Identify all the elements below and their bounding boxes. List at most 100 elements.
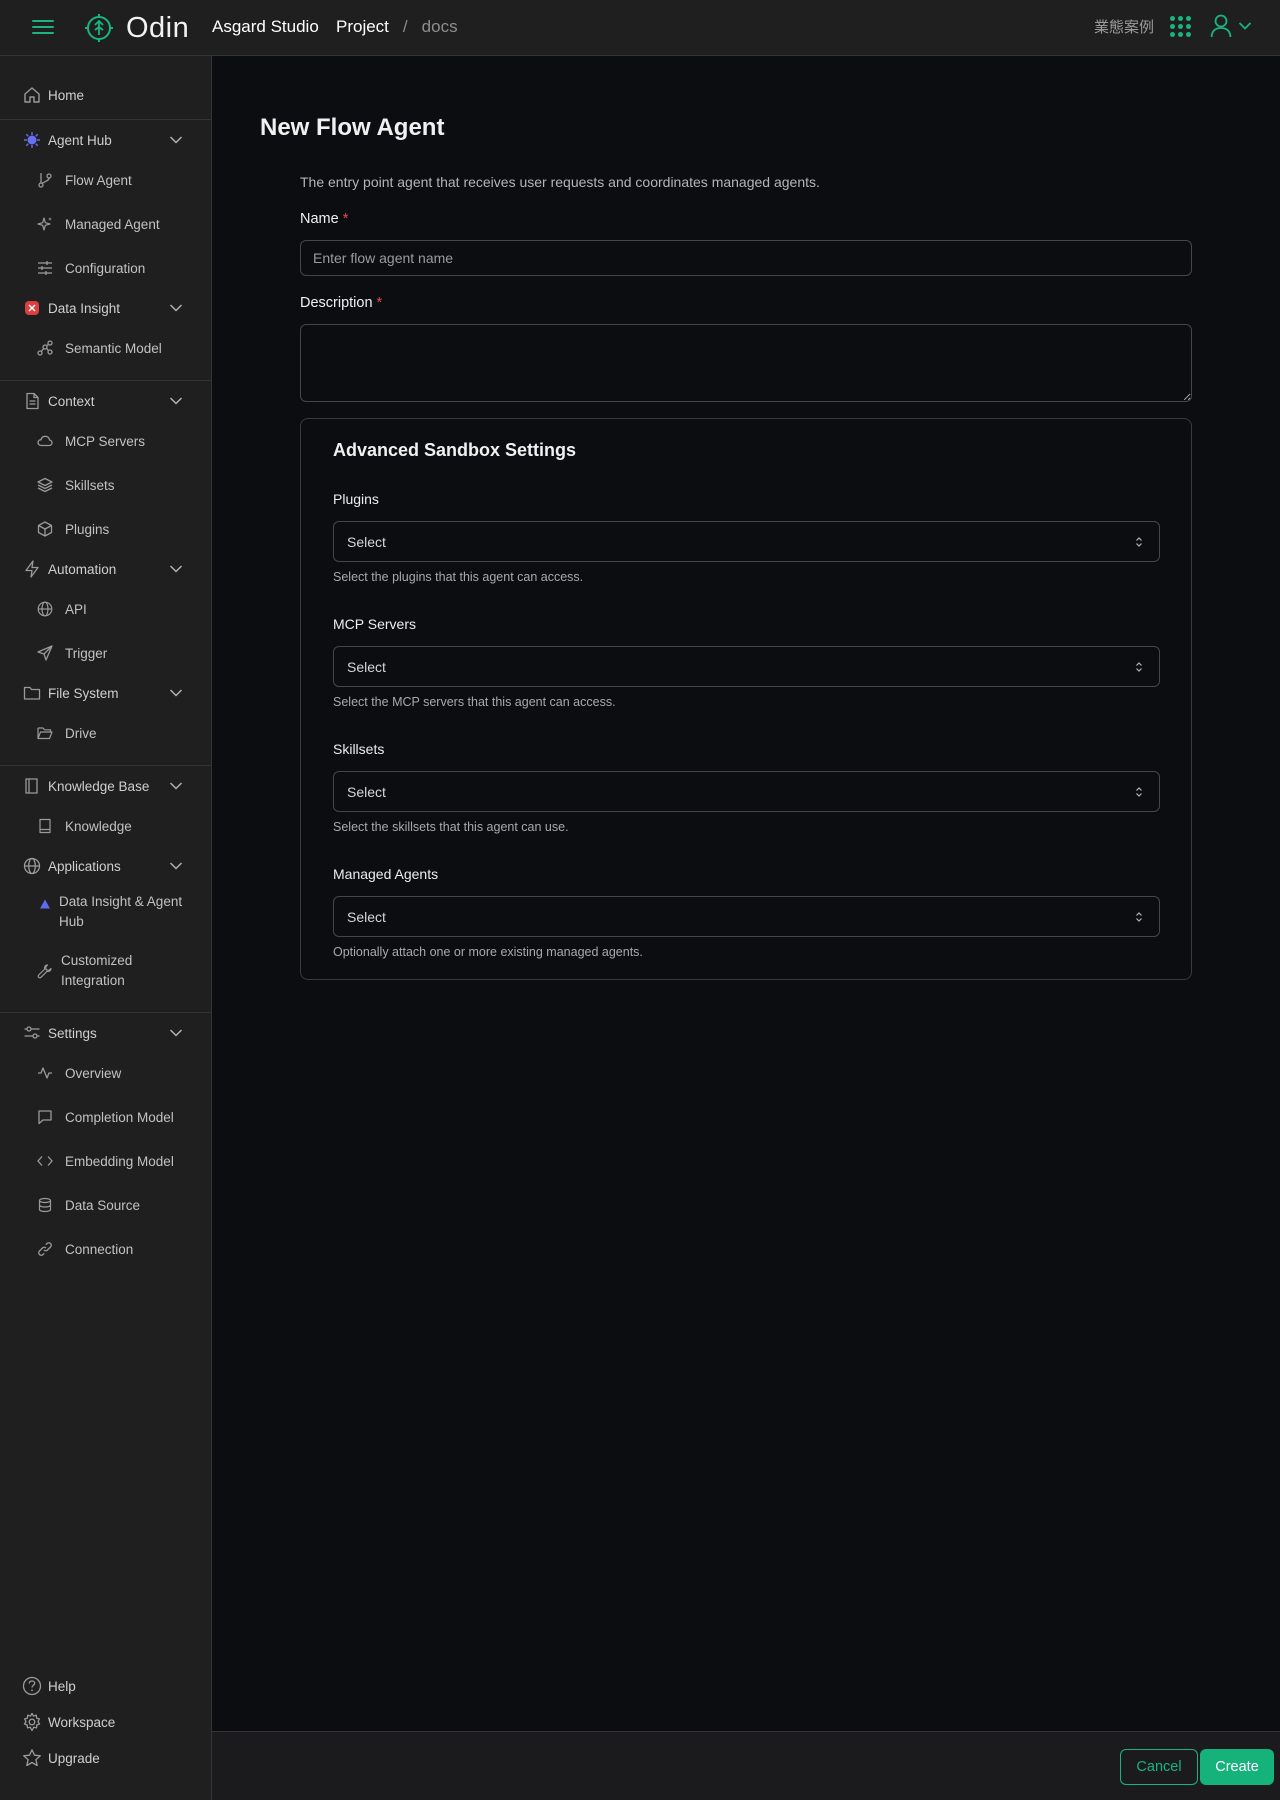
- studio-name[interactable]: Asgard Studio: [212, 17, 319, 37]
- chevron-down-icon[interactable]: [169, 135, 183, 145]
- sidebar-item-label: Context: [48, 393, 95, 409]
- file-text-icon: [22, 391, 42, 411]
- sidebar-item-drive[interactable]: Drive: [0, 715, 211, 751]
- sidebar-item-customized-integration[interactable]: Customized Integration: [0, 951, 211, 993]
- settings-sliders-icon: [22, 1023, 42, 1043]
- chevron-down-icon[interactable]: [169, 396, 183, 406]
- chevron-down-icon[interactable]: [169, 781, 183, 791]
- sidebar-item-connection[interactable]: Connection: [0, 1231, 211, 1267]
- code-icon: [35, 1151, 55, 1171]
- breadcrumb-project[interactable]: Project: [336, 17, 389, 37]
- mcp-servers-select-value: Select: [347, 658, 386, 675]
- cancel-button[interactable]: Cancel: [1120, 1749, 1198, 1785]
- sidebar-group-applications[interactable]: Applications: [0, 848, 211, 884]
- sidebar-item-label: File System: [48, 685, 119, 701]
- top-right-controls: 業態案例: [1094, 14, 1252, 38]
- sidebar-item-overview[interactable]: Overview: [0, 1055, 211, 1091]
- chevron-down-icon[interactable]: [169, 688, 183, 698]
- language-switcher[interactable]: 業態案例: [1094, 16, 1154, 37]
- skillsets-select[interactable]: Select: [333, 771, 1160, 812]
- sidebar-group-automation[interactable]: Automation: [0, 551, 211, 587]
- sidebar-group-knowledge-base[interactable]: Knowledge Base: [0, 768, 211, 804]
- sidebar-item-upgrade[interactable]: Upgrade: [0, 1740, 211, 1776]
- mcp-servers-select[interactable]: Select: [333, 646, 1160, 687]
- network-icon: [35, 338, 55, 358]
- chevrons-up-down-icon: [1136, 662, 1142, 672]
- managed-agents-label: Managed Agents: [333, 866, 439, 882]
- chevron-down-icon[interactable]: [169, 1028, 183, 1038]
- sidebar-item-label: Applications: [48, 858, 121, 874]
- plugins-select[interactable]: Select: [333, 521, 1160, 562]
- home-icon: [22, 85, 42, 105]
- chevron-down-icon[interactable]: [169, 564, 183, 574]
- book-icon: [22, 776, 42, 796]
- chevrons-up-down-icon: [1136, 787, 1142, 797]
- managed-agents-select[interactable]: Select: [333, 896, 1160, 937]
- sidebar-item-label: API: [65, 601, 87, 617]
- sidebar-item-skillsets[interactable]: Skillsets: [0, 467, 211, 503]
- skillsets-label: Skillsets: [333, 741, 385, 757]
- triangle-icon: [35, 894, 55, 914]
- sidebar-item-home[interactable]: Home: [0, 77, 211, 113]
- folder-open-icon: [35, 723, 55, 743]
- sidebar-group-context[interactable]: Context: [0, 383, 211, 419]
- agent-hub-icon: [22, 130, 42, 150]
- layers-icon: [35, 475, 55, 495]
- sidebar-item-flow-agent[interactable]: Flow Agent: [0, 162, 211, 198]
- globe-icon: [35, 599, 55, 619]
- sidebar-item-label: Semantic Model: [65, 340, 162, 356]
- logo-text: Odin: [126, 12, 190, 44]
- sidebar-item-managed-agent[interactable]: Managed Agent: [0, 206, 211, 242]
- sidebar-item-data-source[interactable]: Data Source: [0, 1187, 211, 1223]
- mcp-servers-help: Select the MCP servers that this agent c…: [333, 695, 616, 709]
- name-label-text: Name: [300, 211, 339, 227]
- sidebar-item-label: Configuration: [65, 260, 146, 276]
- sidebar-item-data-insight-agent-hub[interactable]: Data Insight & Agent Hub: [0, 892, 211, 934]
- sidebar-group-settings[interactable]: Settings: [0, 1015, 211, 1051]
- create-button[interactable]: Create: [1200, 1749, 1274, 1785]
- required-mark: *: [376, 295, 383, 311]
- sidebar-item-trigger[interactable]: Trigger: [0, 635, 211, 671]
- odin-logo-icon: [85, 14, 113, 42]
- sidebar-item-completion-model[interactable]: Completion Model: [0, 1099, 211, 1135]
- hamburger-menu-icon[interactable]: [32, 17, 54, 39]
- chevrons-up-down-icon: [1136, 537, 1142, 547]
- description-textarea[interactable]: [300, 324, 1192, 402]
- sidebar-group-file-system[interactable]: File System: [0, 675, 211, 711]
- sidebar-item-semantic-model[interactable]: Semantic Model: [0, 330, 211, 366]
- sidebar-item-mcp-servers[interactable]: MCP Servers: [0, 423, 211, 459]
- breadcrumb-current[interactable]: docs: [422, 17, 458, 37]
- name-label: Name *: [300, 211, 348, 227]
- name-input[interactable]: [300, 240, 1192, 276]
- breadcrumb-separator: /: [402, 17, 408, 36]
- chevron-down-icon[interactable]: [169, 303, 183, 313]
- sidebar-item-embedding-model[interactable]: Embedding Model: [0, 1143, 211, 1179]
- sidebar-group-agent-hub[interactable]: Agent Hub: [0, 122, 211, 158]
- description-label: Description *: [300, 295, 382, 311]
- user-menu[interactable]: [1210, 14, 1252, 38]
- sandbox-title: Advanced Sandbox Settings: [333, 440, 577, 460]
- app-logo[interactable]: Odin: [84, 12, 189, 44]
- sidebar-item-label: Knowledge: [65, 818, 132, 834]
- sidebar-item-label: MCP Servers: [65, 433, 146, 449]
- globe-icon: [22, 856, 42, 876]
- sidebar-item-knowledge[interactable]: Knowledge: [0, 808, 211, 844]
- sidebar-item-label: Home: [48, 87, 85, 103]
- sidebar-item-plugins[interactable]: Plugins: [0, 511, 211, 547]
- plugins-label: Plugins: [333, 491, 379, 507]
- sidebar-item-workspace[interactable]: Workspace: [0, 1704, 211, 1740]
- sidebar-item-label: Workspace: [48, 1714, 116, 1730]
- sidebar-item-configuration[interactable]: Configuration: [0, 250, 211, 286]
- sidebar: Home Agent Hub Flow Agent Managed Agent …: [0, 56, 212, 1800]
- user-icon: [1210, 14, 1232, 38]
- sidebar-item-label: Completion Model: [65, 1109, 174, 1125]
- sidebar-item-label: Connection: [65, 1241, 134, 1257]
- apps-grid-icon[interactable]: [1170, 16, 1191, 37]
- chevron-down-icon[interactable]: [169, 861, 183, 871]
- sidebar-item-help[interactable]: Help: [0, 1668, 211, 1704]
- git-branch-icon: [35, 170, 55, 190]
- sidebar-group-data-insight[interactable]: Data Insight: [0, 290, 211, 326]
- sidebar-item-api[interactable]: API: [0, 591, 211, 627]
- divider: [0, 119, 211, 120]
- link-icon: [35, 1239, 55, 1259]
